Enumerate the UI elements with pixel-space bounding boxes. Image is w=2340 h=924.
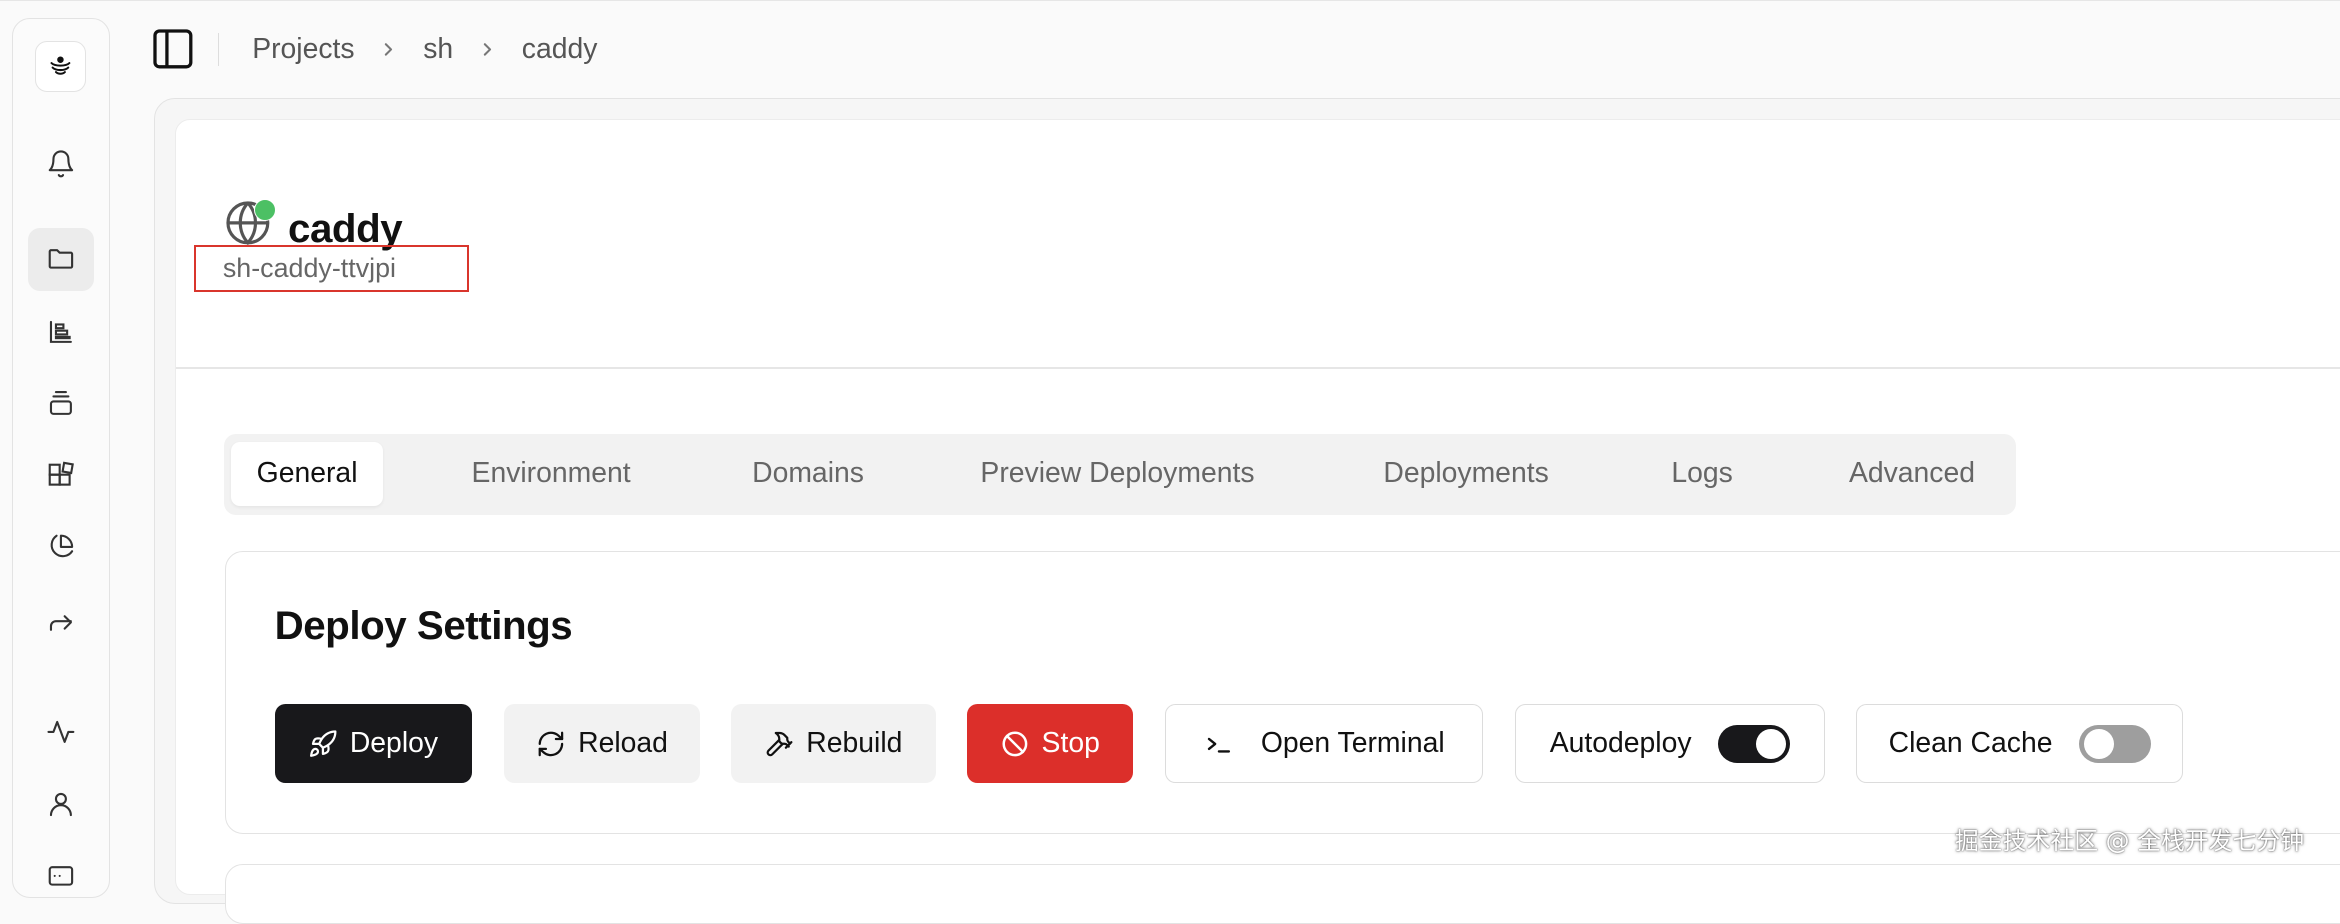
sidebar	[11, 17, 111, 899]
tab-environment[interactable]: Environment	[446, 442, 656, 506]
clean-cache-toggle[interactable]	[2079, 724, 2151, 764]
app-logo[interactable]	[35, 41, 87, 93]
sidebar-item-projects[interactable]	[27, 227, 94, 291]
globe-icon	[224, 199, 277, 247]
sidebar-item-profile[interactable]	[28, 773, 94, 836]
sidebar-item-servers[interactable]	[28, 844, 94, 907]
deploy-button[interactable]: Deploy	[274, 704, 472, 784]
sidebar-item-monitoring[interactable]	[28, 301, 94, 364]
redo-arrow-icon	[49, 615, 72, 632]
rebuild-button-label: Rebuild	[806, 727, 903, 760]
toggle-knob	[2083, 728, 2114, 759]
autodeploy-control: Autodeploy	[1514, 704, 1826, 784]
chevron-right-icon	[385, 42, 393, 56]
rebuild-button[interactable]: Rebuild	[731, 704, 936, 784]
status-dot	[253, 199, 277, 222]
deploy-button-label: Deploy	[349, 727, 439, 760]
chevron-right-icon	[483, 42, 492, 56]
tab-deployments[interactable]: Deployments	[1358, 442, 1574, 506]
breadcrumb: Projects sh caddy	[252, 31, 597, 67]
autodeploy-toggle[interactable]	[1718, 724, 1791, 764]
server-icon	[48, 865, 73, 886]
sidebar-item-stacks[interactable]	[28, 373, 94, 436]
breadcrumb-current: caddy	[521, 32, 598, 65]
clean-cache-label: Clean Cache	[1888, 727, 2053, 760]
hammer-icon	[767, 731, 793, 757]
deploy-settings-title: Deploy Settings	[274, 602, 573, 648]
stop-button-label: Stop	[1041, 727, 1100, 760]
tab-advanced[interactable]: Advanced	[1824, 442, 2001, 506]
logo-icon	[50, 56, 71, 75]
rocket-icon	[310, 730, 337, 757]
refresh-icon	[538, 731, 564, 757]
pie-chart-icon	[50, 534, 73, 558]
folder-icon	[48, 249, 73, 269]
reload-button[interactable]: Reload	[504, 704, 700, 784]
tab-preview-deployments[interactable]: Preview Deployments	[955, 442, 1280, 506]
open-terminal-button[interactable]: Open Terminal	[1165, 704, 1484, 784]
sidebar-item-activity[interactable]	[28, 701, 94, 764]
reload-button-label: Reload	[578, 727, 668, 760]
top-border	[0, 0, 2340, 2]
sidebar-item-redirects[interactable]	[28, 589, 94, 652]
blocks-icon	[48, 461, 74, 486]
breadcrumb-project[interactable]: sh	[423, 33, 453, 66]
user-icon	[49, 792, 72, 817]
header-divider-line	[176, 367, 2340, 369]
activity-icon	[47, 721, 75, 744]
sidebar-item-notifications[interactable]	[28, 132, 94, 195]
ban-icon	[1002, 731, 1028, 757]
deploy-settings-card	[225, 550, 2340, 835]
tab-logs[interactable]: Logs	[1646, 442, 1758, 506]
panel-left-icon	[153, 29, 193, 69]
autodeploy-label: Autodeploy	[1549, 727, 1692, 760]
bell-icon	[48, 150, 73, 178]
app-id: sh-caddy-ttvjpi	[193, 244, 469, 293]
tab-general[interactable]: General	[231, 441, 383, 506]
stop-button[interactable]: Stop	[967, 704, 1133, 784]
sidebar-toggle-button[interactable]	[152, 28, 194, 70]
sidebar-item-templates[interactable]	[28, 444, 94, 507]
bar-list-icon	[49, 321, 72, 344]
app-header: caddy	[224, 194, 403, 252]
tab-bar: General Environment Domains Preview Depl…	[223, 434, 2017, 515]
next-section-card	[225, 864, 2340, 924]
layers-icon	[49, 391, 72, 415]
open-terminal-button-label: Open Terminal	[1260, 727, 1445, 760]
header-divider	[217, 32, 220, 66]
terminal-icon	[1207, 737, 1231, 753]
tab-domains[interactable]: Domains	[727, 442, 890, 506]
breadcrumb-projects[interactable]: Projects	[252, 33, 354, 66]
clean-cache-control: Clean Cache	[1856, 704, 2184, 784]
watermark: 掘金技术社区 @ 全栈开发七分钟	[1954, 826, 2305, 855]
toggle-knob	[1755, 728, 1786, 759]
sidebar-item-usage[interactable]	[28, 516, 94, 579]
